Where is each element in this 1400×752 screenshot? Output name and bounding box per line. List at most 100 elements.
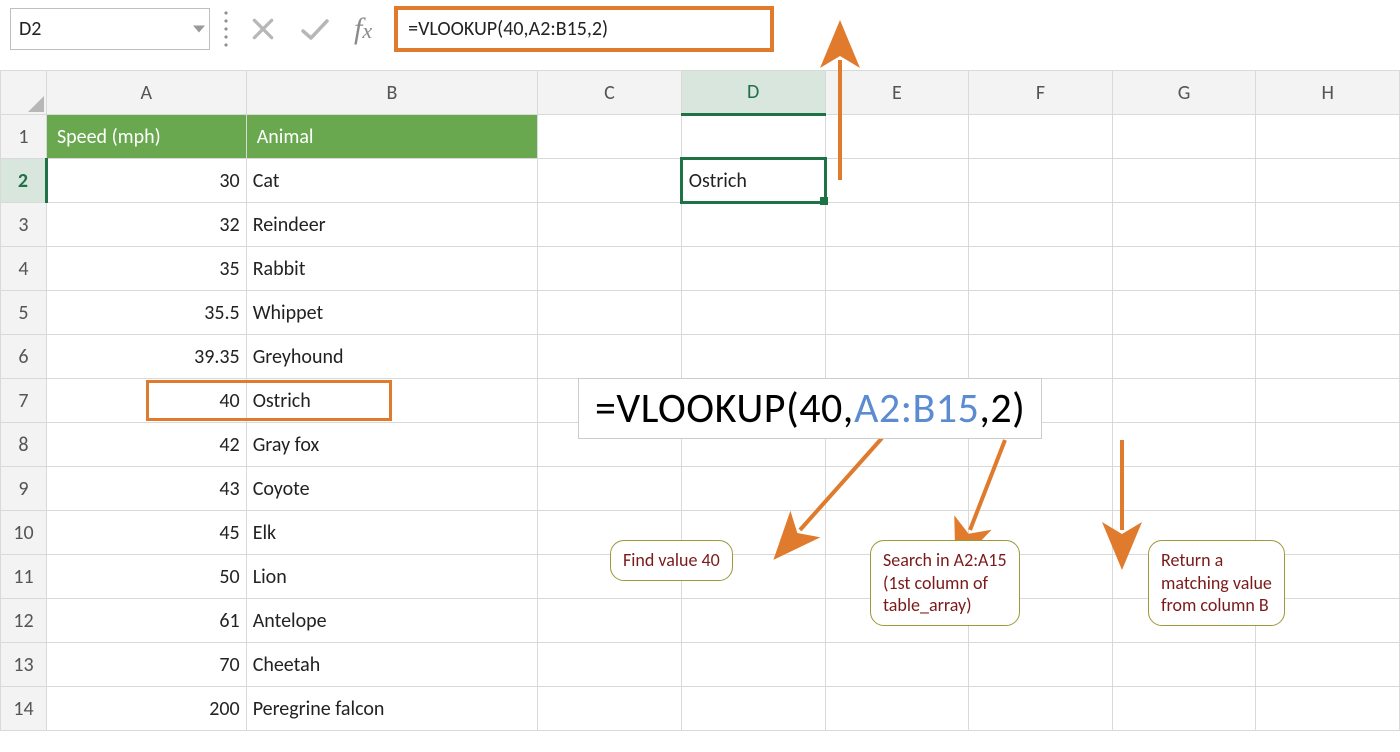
cell-A7-highlighted[interactable]: 40 [46,379,246,423]
cell-F3[interactable] [969,203,1113,247]
cell-E3[interactable] [825,203,969,247]
row-header-5[interactable]: 5 [1,291,47,335]
col-header-H[interactable]: H [1256,71,1400,115]
cell-C4[interactable] [538,247,682,291]
spreadsheet-grid[interactable]: A B C D E F G H 1 Speed (mph) Animal [0,70,1400,731]
cell-F8[interactable] [969,423,1113,467]
col-header-F[interactable]: F [969,71,1113,115]
col-header-C[interactable]: C [538,71,682,115]
row-header-7[interactable]: 7 [1,379,47,423]
cell-B11[interactable]: Lion [246,555,538,599]
cell-E14[interactable] [825,687,969,731]
cell-F10[interactable] [969,511,1113,555]
cell-A10[interactable]: 45 [46,511,246,555]
cell-D11[interactable] [681,555,825,599]
cell-G14[interactable] [1112,687,1256,731]
cell-B8[interactable]: Gray fox [246,423,538,467]
cell-A3[interactable]: 32 [46,203,246,247]
cell-F13[interactable] [969,643,1113,687]
cell-G5[interactable] [1112,291,1256,335]
cell-H10[interactable] [1256,511,1400,555]
cell-G12[interactable] [1112,599,1256,643]
cell-F5[interactable] [969,291,1113,335]
cell-D6[interactable] [681,335,825,379]
cell-B2[interactable]: Cat [246,159,538,203]
cell-G2[interactable] [1112,159,1256,203]
row-header-2[interactable]: 2 [1,159,47,203]
cell-D2-selected[interactable]: Ostrich [681,159,825,203]
chevron-down-icon[interactable] [193,26,205,33]
cell-A8[interactable]: 42 [46,423,246,467]
row-header-13[interactable]: 13 [1,643,47,687]
cell-D7[interactable] [681,379,825,423]
cell-F14[interactable] [969,687,1113,731]
cell-G10[interactable] [1112,511,1256,555]
cell-A11[interactable]: 50 [46,555,246,599]
cell-A12[interactable]: 61 [46,599,246,643]
cell-B1[interactable]: Animal [246,115,538,159]
cell-D9[interactable] [681,467,825,511]
row-header-9[interactable]: 9 [1,467,47,511]
cell-A6[interactable]: 39.35 [46,335,246,379]
col-header-D[interactable]: D [681,71,825,115]
cell-H8[interactable] [1256,423,1400,467]
row-header-1[interactable]: 1 [1,115,47,159]
cell-E5[interactable] [825,291,969,335]
cell-G9[interactable] [1112,467,1256,511]
cell-G8[interactable] [1112,423,1256,467]
cell-C10[interactable] [538,511,682,555]
cell-D10[interactable] [681,511,825,555]
cell-B13[interactable]: Cheetah [246,643,538,687]
fx-icon[interactable]: fx [354,12,372,46]
cell-B4[interactable]: Rabbit [246,247,538,291]
row-header-6[interactable]: 6 [1,335,47,379]
cell-C6[interactable] [538,335,682,379]
cell-E7[interactable] [825,379,969,423]
cell-G7[interactable] [1112,379,1256,423]
cell-H13[interactable] [1256,643,1400,687]
col-header-A[interactable]: A [46,71,246,115]
cell-H9[interactable] [1256,467,1400,511]
col-header-G[interactable]: G [1112,71,1256,115]
cell-F12[interactable] [969,599,1113,643]
select-all-corner[interactable] [1,71,47,115]
cell-E1[interactable] [825,115,969,159]
cell-D5[interactable] [681,291,825,335]
cell-D12[interactable] [681,599,825,643]
cell-H1[interactable] [1256,115,1400,159]
cell-F1[interactable] [969,115,1113,159]
row-header-3[interactable]: 3 [1,203,47,247]
cell-F11[interactable] [969,555,1113,599]
cell-E6[interactable] [825,335,969,379]
cell-F6[interactable] [969,335,1113,379]
cell-E4[interactable] [825,247,969,291]
cell-D14[interactable] [681,687,825,731]
cell-H6[interactable] [1256,335,1400,379]
cell-G3[interactable] [1112,203,1256,247]
cell-E9[interactable] [825,467,969,511]
cell-C7[interactable] [538,379,682,423]
cell-H7[interactable] [1256,379,1400,423]
cell-A5[interactable]: 35.5 [46,291,246,335]
col-header-B[interactable]: B [246,71,538,115]
cell-H11[interactable] [1256,555,1400,599]
cell-B9[interactable]: Coyote [246,467,538,511]
cell-C14[interactable] [538,687,682,731]
cell-F4[interactable] [969,247,1113,291]
cell-A2[interactable]: 30 [46,159,246,203]
cell-C2[interactable] [538,159,682,203]
formula-bar-input[interactable]: =VLOOKUP(40,A2:B15,2) [394,6,774,52]
cell-E8[interactable] [825,423,969,467]
row-header-12[interactable]: 12 [1,599,47,643]
cell-B12[interactable]: Antelope [246,599,538,643]
cell-A1[interactable]: Speed (mph) [46,115,246,159]
cell-H14[interactable] [1256,687,1400,731]
cell-G1[interactable] [1112,115,1256,159]
cell-D13[interactable] [681,643,825,687]
enter-icon[interactable] [300,16,330,42]
cell-A4[interactable]: 35 [46,247,246,291]
cell-E12[interactable] [825,599,969,643]
cell-C11[interactable] [538,555,682,599]
cell-F9[interactable] [969,467,1113,511]
cell-H12[interactable] [1256,599,1400,643]
